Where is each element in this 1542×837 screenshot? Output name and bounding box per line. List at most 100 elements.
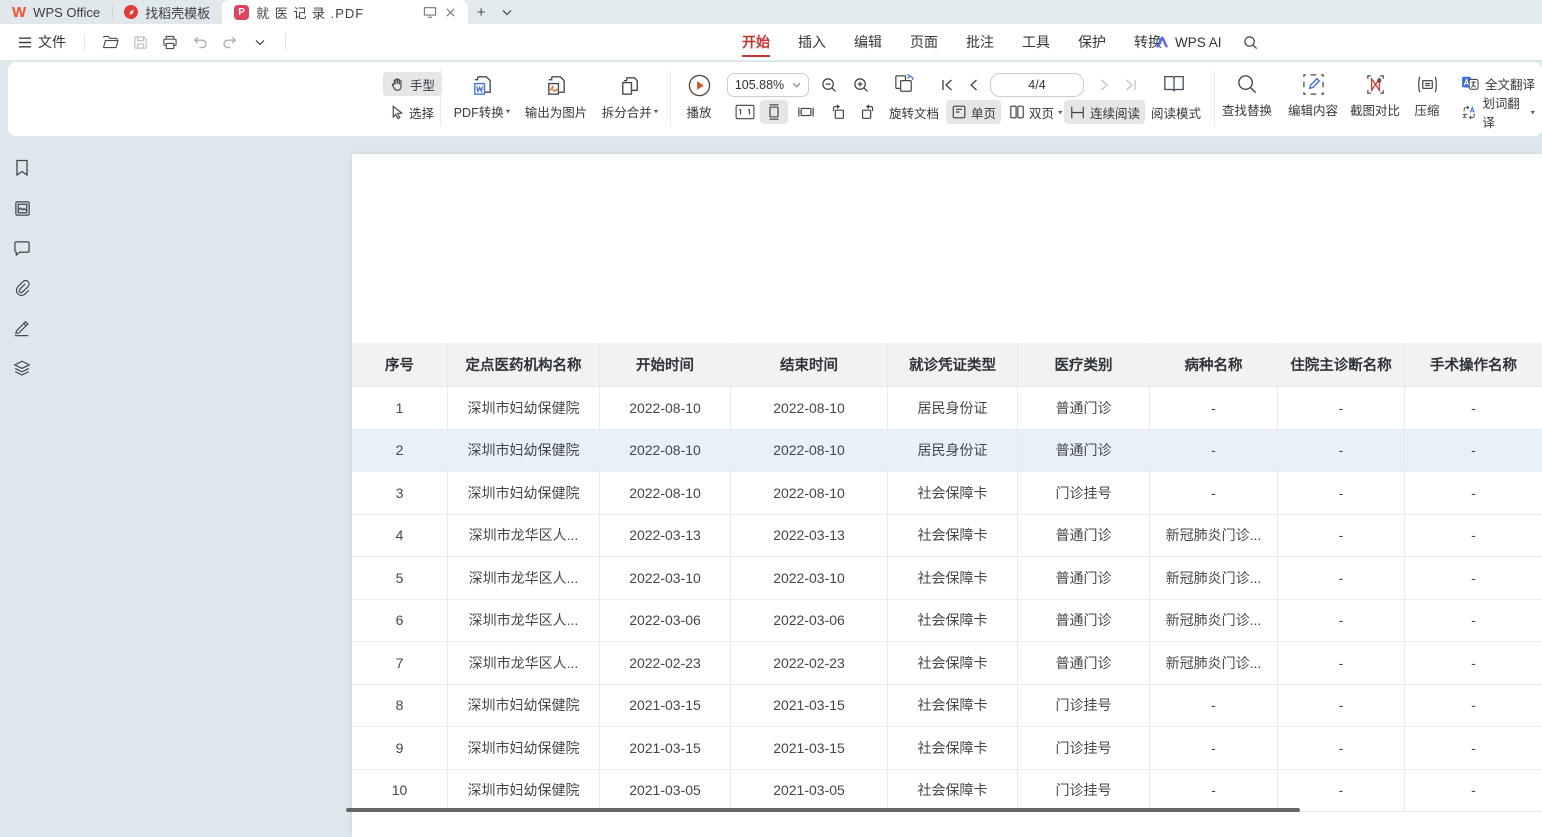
table-cell: 深圳市妇幼保健院 xyxy=(448,685,600,727)
table-cell: 2 xyxy=(352,430,448,472)
fit-width-button[interactable] xyxy=(792,100,820,124)
edit-content-label: 编辑内容 xyxy=(1288,100,1338,119)
menu-tab-编辑[interactable]: 编辑 xyxy=(844,25,892,59)
rotate-left-button[interactable] xyxy=(824,100,852,124)
table-cell: - xyxy=(1150,387,1278,429)
table-cell: 新冠肺炎门诊... xyxy=(1150,642,1278,684)
table-cell: - xyxy=(1150,770,1278,812)
table-cell: 4 xyxy=(352,515,448,557)
hand-tool-label: 手型 xyxy=(410,75,435,94)
tab-document-active[interactable]: P 就 医 记 录 .PDF xyxy=(222,0,468,24)
next-page-button[interactable] xyxy=(1094,73,1116,97)
pdf-convert-button[interactable]: PDF转换▾ xyxy=(449,73,515,121)
select-tool-label: 选择 xyxy=(409,103,434,122)
undo-icon[interactable] xyxy=(187,30,213,54)
pdf-convert-label: PDF转换 xyxy=(454,102,504,121)
zoom-in-button[interactable] xyxy=(850,73,872,97)
edit-content-button[interactable]: 编辑内容 xyxy=(1282,73,1344,119)
table-cell: 普通门诊 xyxy=(1018,600,1150,642)
horizontal-scrollbar-thumb[interactable] xyxy=(346,808,1300,812)
select-tool-button[interactable]: 选择 xyxy=(383,100,441,124)
table-cell: 结束时间 xyxy=(731,343,888,386)
search-icon[interactable] xyxy=(1238,30,1264,54)
hand-tool-button[interactable]: 手型 xyxy=(383,72,442,96)
screenshot-compare-button[interactable]: 截图对比 xyxy=(1346,73,1404,119)
table-cell: - xyxy=(1278,557,1405,599)
undo-history-chevron-icon[interactable] xyxy=(247,30,273,54)
table-cell: 普通门诊 xyxy=(1018,642,1150,684)
play-button[interactable]: 播放 xyxy=(674,73,724,121)
read-mode-button[interactable]: 阅读模式 xyxy=(1146,100,1206,124)
menu-tab-开始[interactable]: 开始 xyxy=(732,25,780,59)
export-image-button[interactable]: 输出为图片 xyxy=(520,73,592,121)
word-translate-button[interactable]: 划词翻译 ▾ xyxy=(1454,100,1542,124)
layers-icon[interactable] xyxy=(12,358,32,378)
table-row: 9深圳市妇幼保健院2021-03-152021-03-15社会保障卡门诊挂号--… xyxy=(352,727,1542,770)
tab-docer-templates[interactable]: 找稻壳模板 xyxy=(112,0,222,24)
comment-icon[interactable] xyxy=(12,238,32,258)
menu-tab-页面[interactable]: 页面 xyxy=(900,25,948,59)
table-cell: 普通门诊 xyxy=(1018,515,1150,557)
sidebar-rail xyxy=(12,158,32,378)
save-icon[interactable] xyxy=(127,30,153,54)
table-cell: 新冠肺炎门诊... xyxy=(1150,515,1278,557)
open-file-icon[interactable] xyxy=(97,30,123,54)
table-cell: 2022-02-23 xyxy=(731,642,888,684)
thumbnail-icon[interactable] xyxy=(12,198,32,218)
attachment-icon[interactable] xyxy=(12,278,32,298)
table-cell: 2021-03-15 xyxy=(600,727,731,769)
new-tab-button[interactable]: + xyxy=(468,0,494,24)
menu-tab-批注[interactable]: 批注 xyxy=(956,25,1004,59)
menu-tab-工具[interactable]: 工具 xyxy=(1012,25,1060,59)
file-menu-button[interactable]: 文件 xyxy=(12,28,72,56)
print-icon[interactable] xyxy=(157,30,183,54)
table-cell: 7 xyxy=(352,642,448,684)
close-tab-icon[interactable] xyxy=(445,7,456,18)
table-cell: 2022-02-23 xyxy=(600,642,731,684)
menu-tab-插入[interactable]: 插入 xyxy=(788,25,836,59)
bookmark-icon[interactable] xyxy=(12,158,32,178)
table-cell: 深圳市妇幼保健院 xyxy=(448,387,600,429)
table-cell: 2022-08-10 xyxy=(600,430,731,472)
zoom-level-select[interactable]: 105.88% xyxy=(727,73,809,97)
continuous-read-button[interactable]: 连续阅读 xyxy=(1064,100,1145,124)
double-page-button[interactable]: 双页 ▾ xyxy=(1004,100,1068,124)
tab-list-chevron-icon[interactable] xyxy=(494,0,520,24)
read-mode-icon[interactable] xyxy=(1160,72,1188,96)
table-cell: - xyxy=(1405,515,1542,557)
document-title: 就 医 记 录 .PDF xyxy=(256,3,410,22)
actual-size-button[interactable] xyxy=(730,100,760,124)
rotate-doc-label[interactable]: 旋转文档 xyxy=(884,100,944,124)
continuous-read-label: 连续阅读 xyxy=(1090,103,1140,122)
annotate-pen-icon[interactable] xyxy=(12,318,32,338)
redo-icon[interactable] xyxy=(217,30,243,54)
full-text-translate-button[interactable]: 全文翻译 xyxy=(1454,71,1542,95)
pdf-page[interactable]: 序号定点医药机构名称开始时间结束时间就诊凭证类型医疗类别病种名称住院主诊断名称手… xyxy=(352,154,1542,837)
previous-page-button[interactable] xyxy=(962,73,984,97)
first-page-button[interactable] xyxy=(936,73,958,97)
menu-tab-保护[interactable]: 保护 xyxy=(1068,25,1116,59)
find-replace-button[interactable]: 查找替换 xyxy=(1216,73,1278,119)
table-cell: 手术操作名称 xyxy=(1405,343,1542,386)
page-number-input[interactable]: 4/4 xyxy=(990,73,1084,97)
compress-button[interactable]: 压缩 xyxy=(1404,73,1450,119)
last-page-button[interactable] xyxy=(1120,73,1142,97)
single-page-button[interactable]: 单页 xyxy=(946,100,1001,124)
table-cell: 开始时间 xyxy=(600,343,731,386)
monitor-icon[interactable] xyxy=(423,6,437,19)
table-cell: - xyxy=(1150,472,1278,514)
zoom-out-button[interactable] xyxy=(818,73,840,97)
fit-page-button[interactable] xyxy=(760,100,788,124)
tab-wps-office[interactable]: W WPS Office xyxy=(0,0,112,24)
table-row: 1深圳市妇幼保健院2022-08-102022-08-10居民身份证普通门诊--… xyxy=(352,387,1542,430)
table-row: 4深圳市龙华区人...2022-03-132022-03-13社会保障卡普通门诊… xyxy=(352,515,1542,558)
rotate-pages-icon[interactable] xyxy=(890,72,918,96)
rotate-right-button[interactable] xyxy=(854,100,882,124)
table-cell: 2021-03-15 xyxy=(731,685,888,727)
table-cell: 门诊挂号 xyxy=(1018,770,1150,812)
play-icon xyxy=(687,73,712,98)
wps-ai-button[interactable]: WPS AI xyxy=(1146,35,1230,50)
split-merge-button[interactable]: 拆分合并▾ xyxy=(596,73,664,121)
divider xyxy=(670,70,671,126)
table-cell: 定点医药机构名称 xyxy=(448,343,600,386)
